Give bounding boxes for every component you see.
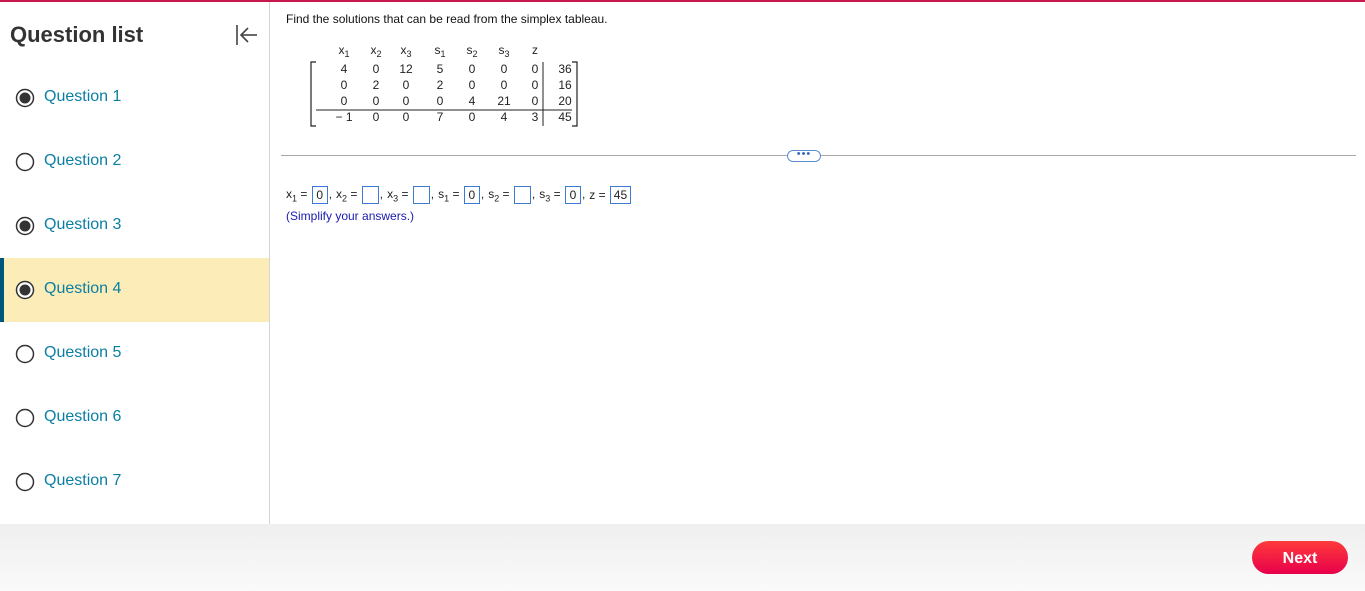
tableau-cell: 5 — [437, 62, 444, 76]
answer-separator: , — [531, 187, 536, 202]
question-item-label: Question 3 — [44, 216, 122, 233]
tableau-cell: 2 — [373, 78, 380, 92]
question-item-label: Question 4 — [44, 280, 122, 297]
tableau-header: x1 — [338, 43, 349, 59]
answer-variable-label: s3 = — [539, 186, 564, 204]
tableau-cell: 0 — [373, 94, 380, 108]
tableau-cell: 12 — [399, 62, 413, 76]
tableau-cell: 0 — [403, 110, 410, 124]
tableau-cell: 0 — [373, 62, 380, 76]
answer-input-s3[interactable]: 0 — [564, 186, 581, 204]
expand-more-button[interactable]: ••• — [787, 148, 821, 162]
tableau-cell: 0 — [437, 94, 444, 108]
answer-input-s1[interactable]: 0 — [463, 186, 480, 204]
question-item-1[interactable]: Question 1 — [0, 66, 269, 130]
tableau-cell: 16 — [558, 78, 572, 92]
tableau-header: z — [532, 43, 538, 57]
question-item-label: Question 7 — [44, 472, 122, 489]
tableau-cell: 0 — [341, 94, 348, 108]
tableau-cell: 4 — [341, 62, 348, 76]
left-bracket — [310, 61, 316, 127]
tableau-cell: 0 — [403, 94, 410, 108]
tableau-cell: 2 — [437, 78, 444, 92]
question-item-7[interactable]: Question 7 — [0, 450, 269, 514]
radio-empty-icon — [15, 408, 35, 428]
radio-filled-icon — [15, 216, 35, 236]
tableau-header: s3 — [498, 43, 509, 59]
question-list-sidebar: Question list Question 1 Question 2 Questi… — [0, 2, 270, 524]
tableau-cell: 0 — [403, 78, 410, 92]
answer-input-x1[interactable]: 0 — [311, 186, 328, 204]
tableau-cell: 0 — [469, 62, 476, 76]
radio-empty-icon — [15, 344, 35, 364]
answer-variable-label: s2 = — [488, 186, 513, 204]
tableau-cell: 45 — [558, 110, 572, 124]
tableau-cell: 0 — [532, 78, 539, 92]
answer-variable-label: x1 = — [286, 186, 311, 204]
sidebar-header: Question list — [0, 2, 269, 66]
answer-row: x1 = 0, x2 = , x3 = , s1 = 0, s2 = , s3 = 0,z… — [286, 186, 632, 204]
answer-variable-label: z = — [589, 188, 609, 202]
answer-input-x2[interactable] — [361, 186, 379, 204]
question-item-3[interactable]: Question 3 — [0, 194, 269, 258]
answer-separator: , — [328, 187, 333, 202]
question-item-4[interactable]: Question 4 — [0, 258, 269, 322]
tableau-cell: 0 — [532, 62, 539, 76]
question-item-6[interactable]: Question 6 — [0, 386, 269, 450]
tableau-cell: 36 — [558, 62, 572, 76]
radio-empty-icon — [15, 152, 35, 172]
question-item-5[interactable]: Question 5 — [0, 322, 269, 386]
radio-empty-icon — [15, 472, 35, 492]
question-item-label: Question 5 — [44, 344, 122, 361]
answer-separator: , — [379, 187, 384, 202]
simplify-hint: (Simplify your answers.) — [286, 209, 415, 223]
tableau-cell: 0 — [501, 62, 508, 76]
answer-variable-label: s1 = — [438, 186, 463, 204]
tableau-cell: 0 — [501, 78, 508, 92]
sidebar-title: Question list — [10, 22, 144, 47]
tableau-header: x3 — [400, 43, 411, 59]
answer-separator: , — [430, 187, 435, 202]
tableau-cell: 0 — [341, 78, 348, 92]
answer-input-z[interactable]: 45 — [609, 186, 631, 204]
tableau-cell: 7 — [437, 110, 444, 124]
collapse-left-icon[interactable] — [232, 22, 260, 48]
tableau-cell: 20 — [558, 94, 572, 108]
tableau-header: s2 — [466, 43, 477, 59]
next-button[interactable]: Next — [1252, 541, 1348, 574]
simplex-tableau: x1 x2 x3 s1 s2 s3 z 4 0 12 5 0 0 0 36 0 2 0 2 0 0 0 16 0 0 0 0 4 21 0… — [300, 40, 590, 140]
tableau-cell: 0 — [469, 78, 476, 92]
tableau-cell: 4 — [501, 110, 508, 124]
answer-variable-label: x3 = — [387, 186, 412, 204]
tableau-header: x2 — [370, 43, 381, 59]
active-indicator — [0, 258, 4, 322]
radio-filled-icon — [15, 280, 35, 300]
answer-input-s2[interactable] — [513, 186, 531, 204]
question-item-label: Question 1 — [44, 88, 122, 105]
tableau-header: s1 — [434, 43, 445, 59]
tableau-cell: 21 — [497, 94, 511, 108]
tableau-cell: 4 — [469, 94, 476, 108]
question-item-2[interactable]: Question 2 — [0, 130, 269, 194]
radio-filled-icon — [15, 88, 35, 108]
answer-input-x3[interactable] — [412, 186, 430, 204]
tableau-cell: 0 — [373, 110, 380, 124]
answer-separator: , — [581, 187, 586, 202]
footer-bar — [0, 524, 1365, 591]
tableau-cell: 0 — [532, 94, 539, 108]
tableau-cell: 3 — [532, 110, 539, 124]
question-item-label: Question 2 — [44, 152, 122, 169]
tableau-cell: − 1 — [335, 110, 352, 124]
more-dots-icon: ••• — [796, 148, 812, 160]
question-item-label: Question 6 — [44, 408, 122, 425]
right-bracket — [572, 61, 578, 127]
answer-separator: , — [480, 187, 485, 202]
answer-variable-label: x2 = — [336, 186, 361, 204]
tableau-cell: 0 — [469, 110, 476, 124]
question-prompt: Find the solutions that can be read from… — [286, 12, 608, 26]
